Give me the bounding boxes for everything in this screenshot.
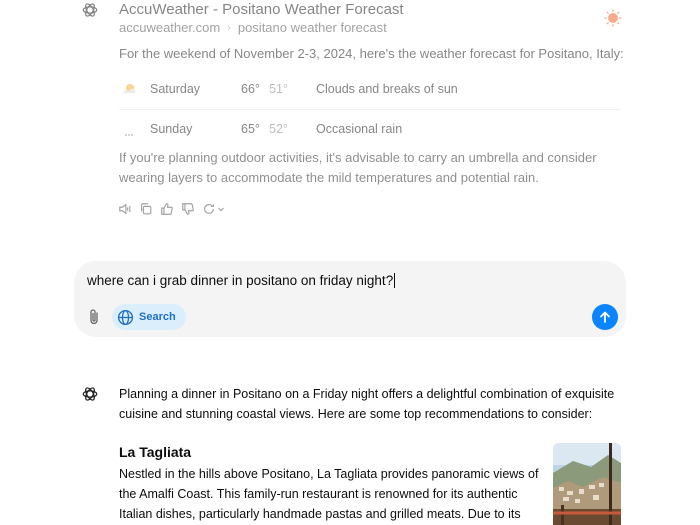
copy-icon[interactable]	[139, 202, 153, 216]
composer-input[interactable]: where can i grab dinner in positano on f…	[87, 273, 396, 288]
chatgpt-logo-icon	[82, 387, 98, 401]
forecast-day: Sunday	[150, 122, 193, 136]
accuweather-sun-icon	[604, 9, 622, 27]
source-path: positano weather forecast	[237, 20, 387, 35]
rain-icon	[119, 121, 141, 137]
forecast-low: 51°	[269, 82, 288, 96]
text-cursor	[394, 273, 396, 288]
regenerate-button[interactable]	[202, 202, 225, 216]
forecast-advice: If you're planning outdoor activities, i…	[119, 150, 597, 185]
restaurant-heading: La Tagliata	[119, 444, 192, 460]
paperclip-icon[interactable]	[86, 308, 102, 326]
forecast-condition: Occasional rain	[316, 122, 403, 136]
arrow-up-icon	[600, 311, 610, 323]
thumbs-down-icon[interactable]	[181, 202, 195, 216]
forecast-intro: For the weekend of November 2-3, 2024, h…	[119, 46, 624, 61]
forecast-day: Saturday	[150, 82, 201, 96]
positano-coast-image	[553, 443, 621, 525]
read-aloud-icon[interactable]	[118, 202, 132, 216]
response-intro: Planning a dinner in Positano on a Frida…	[119, 387, 615, 421]
send-button[interactable]	[592, 304, 618, 330]
source-breadcrumb[interactable]: accuweather.com › positano weather forec…	[119, 20, 387, 35]
globe-icon	[117, 309, 134, 325]
source-domain: accuweather.com	[119, 20, 221, 35]
message-actions	[118, 202, 225, 216]
thumbs-up-icon[interactable]	[160, 202, 174, 216]
forecast-row-saturday: Saturday 66° 51° Clouds and breaks of su…	[119, 70, 620, 108]
partly-sunny-icon	[119, 81, 141, 97]
forecast-low: 52°	[269, 122, 288, 136]
chevron-right-icon: ›	[227, 21, 231, 34]
forecast-high: 65°	[241, 122, 260, 136]
restaurant-photo[interactable]	[553, 443, 621, 525]
forecast-high: 66°	[241, 82, 260, 96]
forecast-row-sunday: Sunday 65° 52° Occasional rain	[119, 110, 620, 148]
restaurant-description: Nestled in the hills above Positano, La …	[119, 467, 539, 521]
regenerate-icon	[204, 204, 214, 214]
search-toggle-label: Search	[139, 311, 176, 323]
chevron-down-icon	[218, 207, 224, 212]
search-toggle-button[interactable]: Search	[112, 304, 186, 330]
forecast-condition: Clouds and breaks of sun	[316, 82, 458, 96]
chatgpt-logo-icon	[82, 3, 98, 17]
source-title[interactable]: AccuWeather - Positano Weather Forecast	[119, 1, 404, 18]
composer-input-text: where can i grab dinner in positano on f…	[87, 273, 394, 288]
